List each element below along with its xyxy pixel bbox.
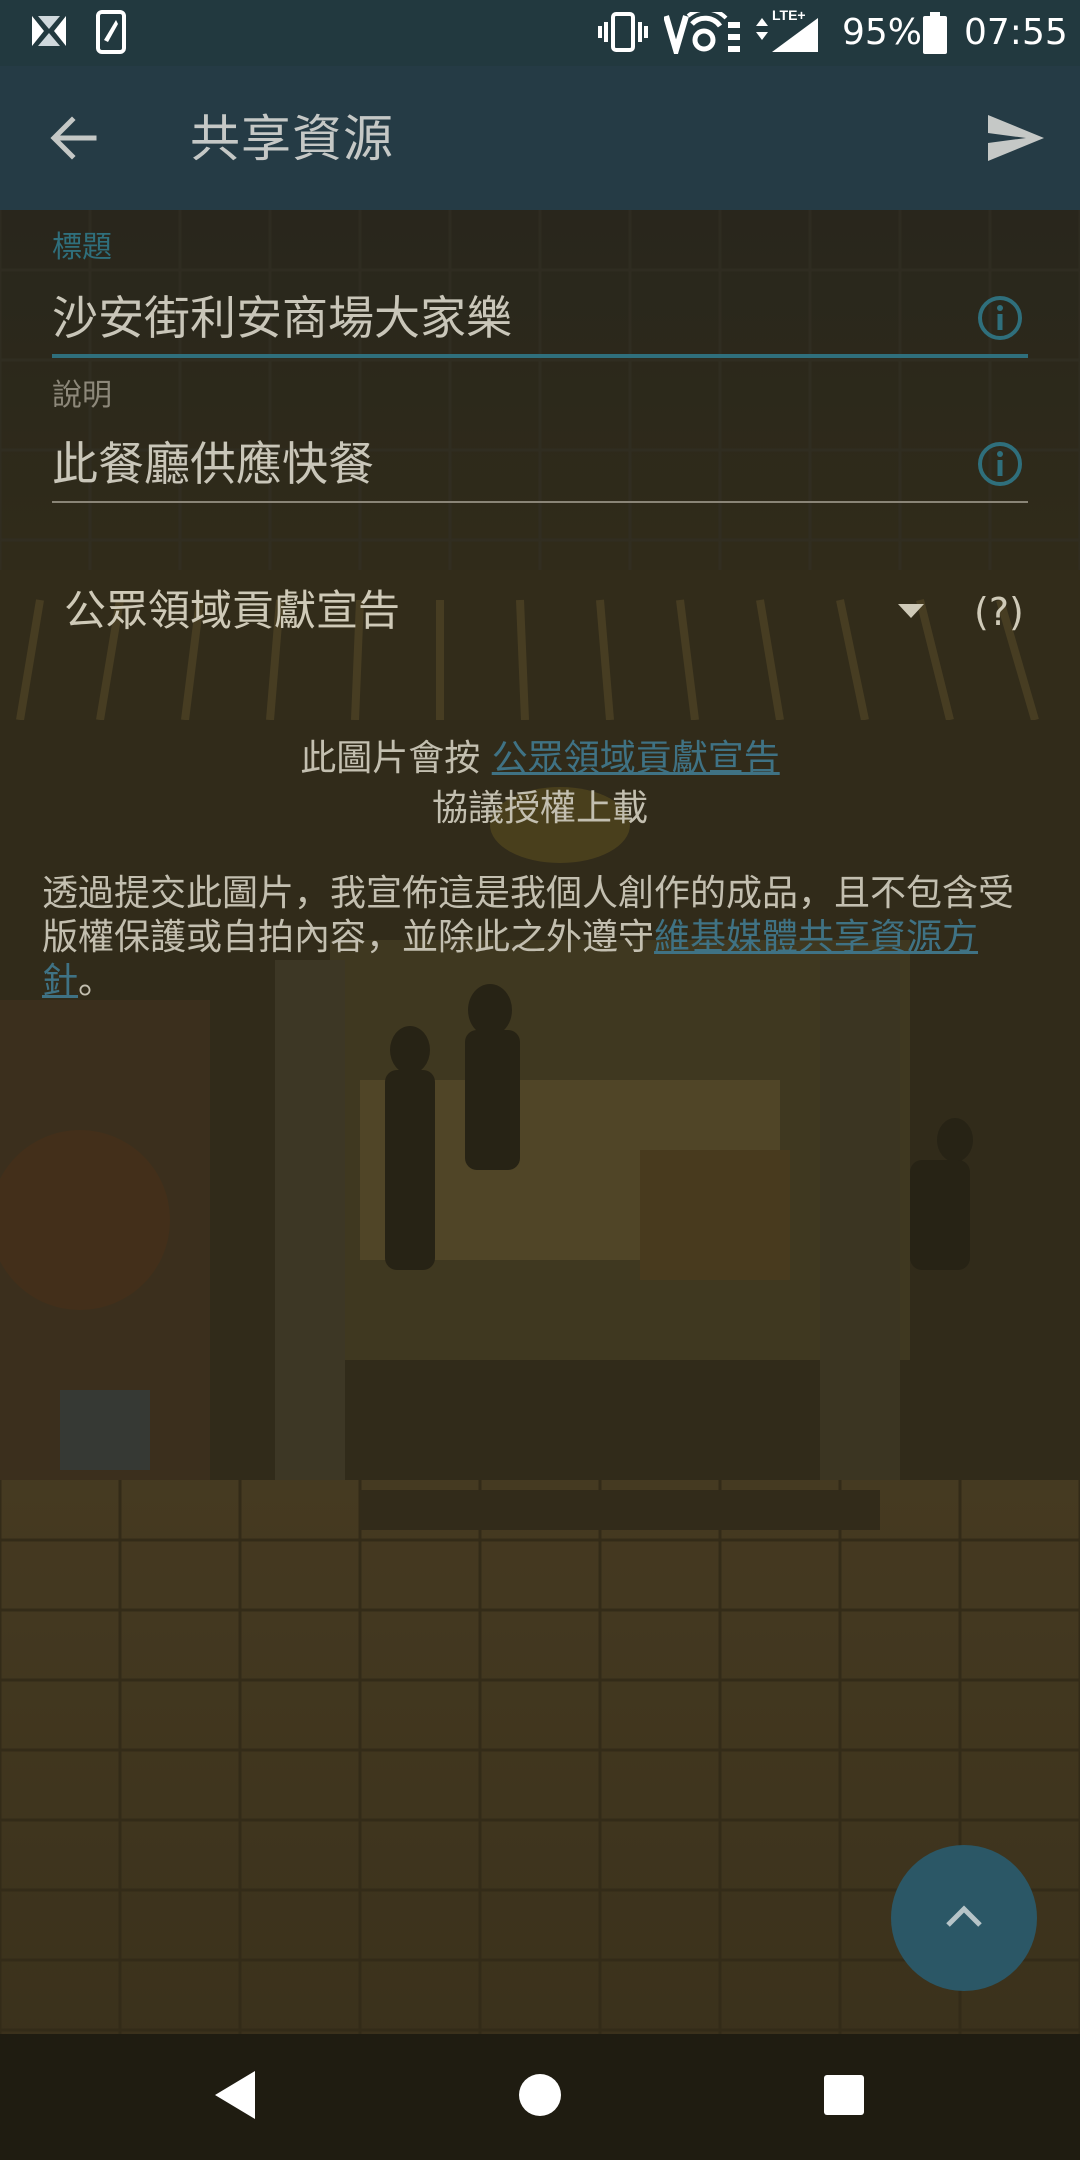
page-title: 共享資源 (190, 110, 394, 168)
declaration-end: 。 (78, 961, 115, 1002)
clock: 07:55 (964, 12, 1068, 53)
lte-signal-icon: LTE+ (752, 6, 822, 60)
title-field-underline (52, 354, 1028, 358)
description-field-underline (52, 501, 1028, 503)
navigation-bar (0, 2034, 1080, 2160)
scroll-up-button[interactable] (891, 1845, 1037, 1991)
license-notice-link[interactable]: 公眾領域貢獻宣告 (492, 738, 780, 779)
license-notice: 此圖片會按 公眾領域貢獻宣告 協議授權上載 (40, 734, 1040, 834)
send-icon (986, 113, 1046, 167)
recents-square-icon (823, 2074, 865, 2120)
title-field[interactable]: 沙安街利安商場大家樂 (52, 286, 972, 350)
app-notification-icon (28, 10, 70, 56)
declaration-text: 透過提交此圖片，我宣佈這是我個人創作的成品，且不包含受版權保護或自拍內容，並除此… (42, 872, 1022, 1004)
svg-text:LTE+: LTE+ (772, 7, 806, 23)
arrow-left-icon (50, 114, 98, 166)
nav-back-button[interactable] (191, 2052, 281, 2142)
license-select-value: 公眾領域貢獻宣告 (64, 586, 401, 635)
send-button[interactable] (978, 102, 1054, 178)
nav-home-button[interactable] (495, 2052, 585, 2142)
dropdown-arrow-icon (896, 596, 926, 626)
license-help-button[interactable]: (?) (974, 582, 1024, 642)
title-field-label: 標題 (52, 230, 112, 265)
description-field[interactable]: 此餐廳供應快餐 (52, 432, 972, 496)
device-notification-icon (96, 10, 126, 58)
home-circle-icon (517, 2072, 563, 2122)
battery-percent: 95% (842, 12, 923, 53)
vibrate-icon (598, 12, 648, 56)
volte-wifi-icon (663, 7, 744, 61)
chevron-up-icon (942, 1901, 986, 1935)
back-triangle-icon (211, 2069, 261, 2125)
status-bar: LTE+ 95% 07:55 (0, 0, 1080, 66)
description-info-icon[interactable] (976, 440, 1024, 488)
toolbar: 共享資源 (0, 66, 1080, 210)
description-field-label: 說明 (52, 378, 112, 413)
battery-icon (922, 12, 948, 58)
nav-recents-button[interactable] (799, 2052, 889, 2142)
license-select[interactable]: 公眾領域貢獻宣告 (64, 578, 944, 644)
back-button[interactable] (36, 102, 112, 178)
license-notice-suffix: 協議授權上載 (431, 788, 648, 829)
license-notice-prefix: 此圖片會按 (300, 738, 481, 779)
title-info-icon[interactable] (976, 294, 1024, 342)
